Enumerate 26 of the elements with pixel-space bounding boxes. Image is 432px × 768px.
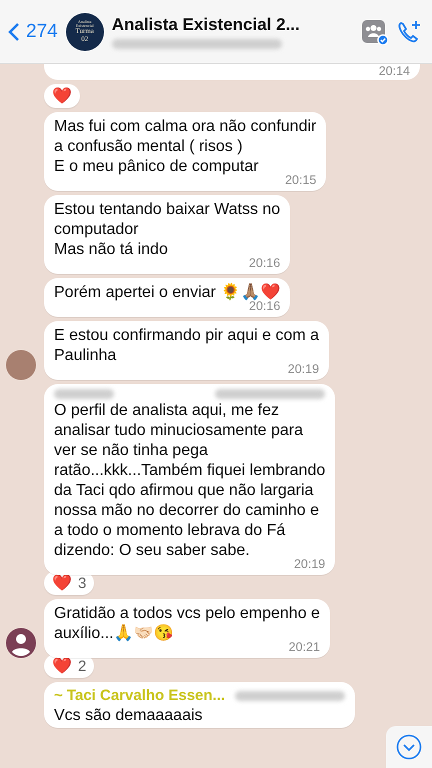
message-time: 20:14 [378, 64, 410, 78]
people-icon [362, 18, 388, 44]
message-time: 20:16 [249, 299, 280, 313]
back-button[interactable]: 274 [8, 20, 58, 42]
message-time: 20:19 [288, 362, 320, 376]
message-text: Gratidão a todos vcs pelo empenho e auxílio...🙏🤝🏻😘 [54, 604, 320, 642]
message-text: Vcs são demaaaaais [54, 706, 204, 726]
reaction-pill[interactable]: ❤ [44, 84, 80, 108]
message-text: O perfil de analista aqui, me fez analisar tudo minuciosamente para ver se não tinha pega ratão...kkk...Também fiquei lembrando da Taci qdo afirmou que não largaria nossa mão no decorrer do caminho e a todo o momento lebrava do Fá dizendo: O seu saber sabe. [54, 401, 326, 559]
message-text: Estou tentando baixar Watss no computador Mas não tá indo [54, 200, 280, 258]
message-time: 20:16 [248, 256, 280, 270]
phone-plus-icon [396, 18, 422, 44]
message-text: Porém apertei o enviar 🌻🙏🏽❤ [54, 283, 280, 301]
message-time: 20:15 [285, 173, 316, 187]
group-title: Analista Existencial 2... [112, 14, 301, 34]
message-time: 20:21 [288, 640, 320, 654]
avatar-photo-placeholder[interactable] [6, 350, 36, 380]
chevron-down-circle-icon [396, 734, 422, 760]
call-button[interactable] [396, 18, 422, 44]
chevron-left-icon [8, 22, 20, 42]
avatar-silhouette-icon[interactable] [6, 628, 36, 658]
scroll-down-button[interactable] [386, 726, 432, 768]
message-text: Mas fui com calma ora não confundir a confusão mental ( risos ) E o meu pânico de computar [54, 117, 316, 175]
message-text: E estou confirmando pir aqui e com a Paulinha [54, 326, 320, 364]
community-button[interactable] [362, 18, 388, 44]
message-time: 20:19 [294, 557, 326, 571]
